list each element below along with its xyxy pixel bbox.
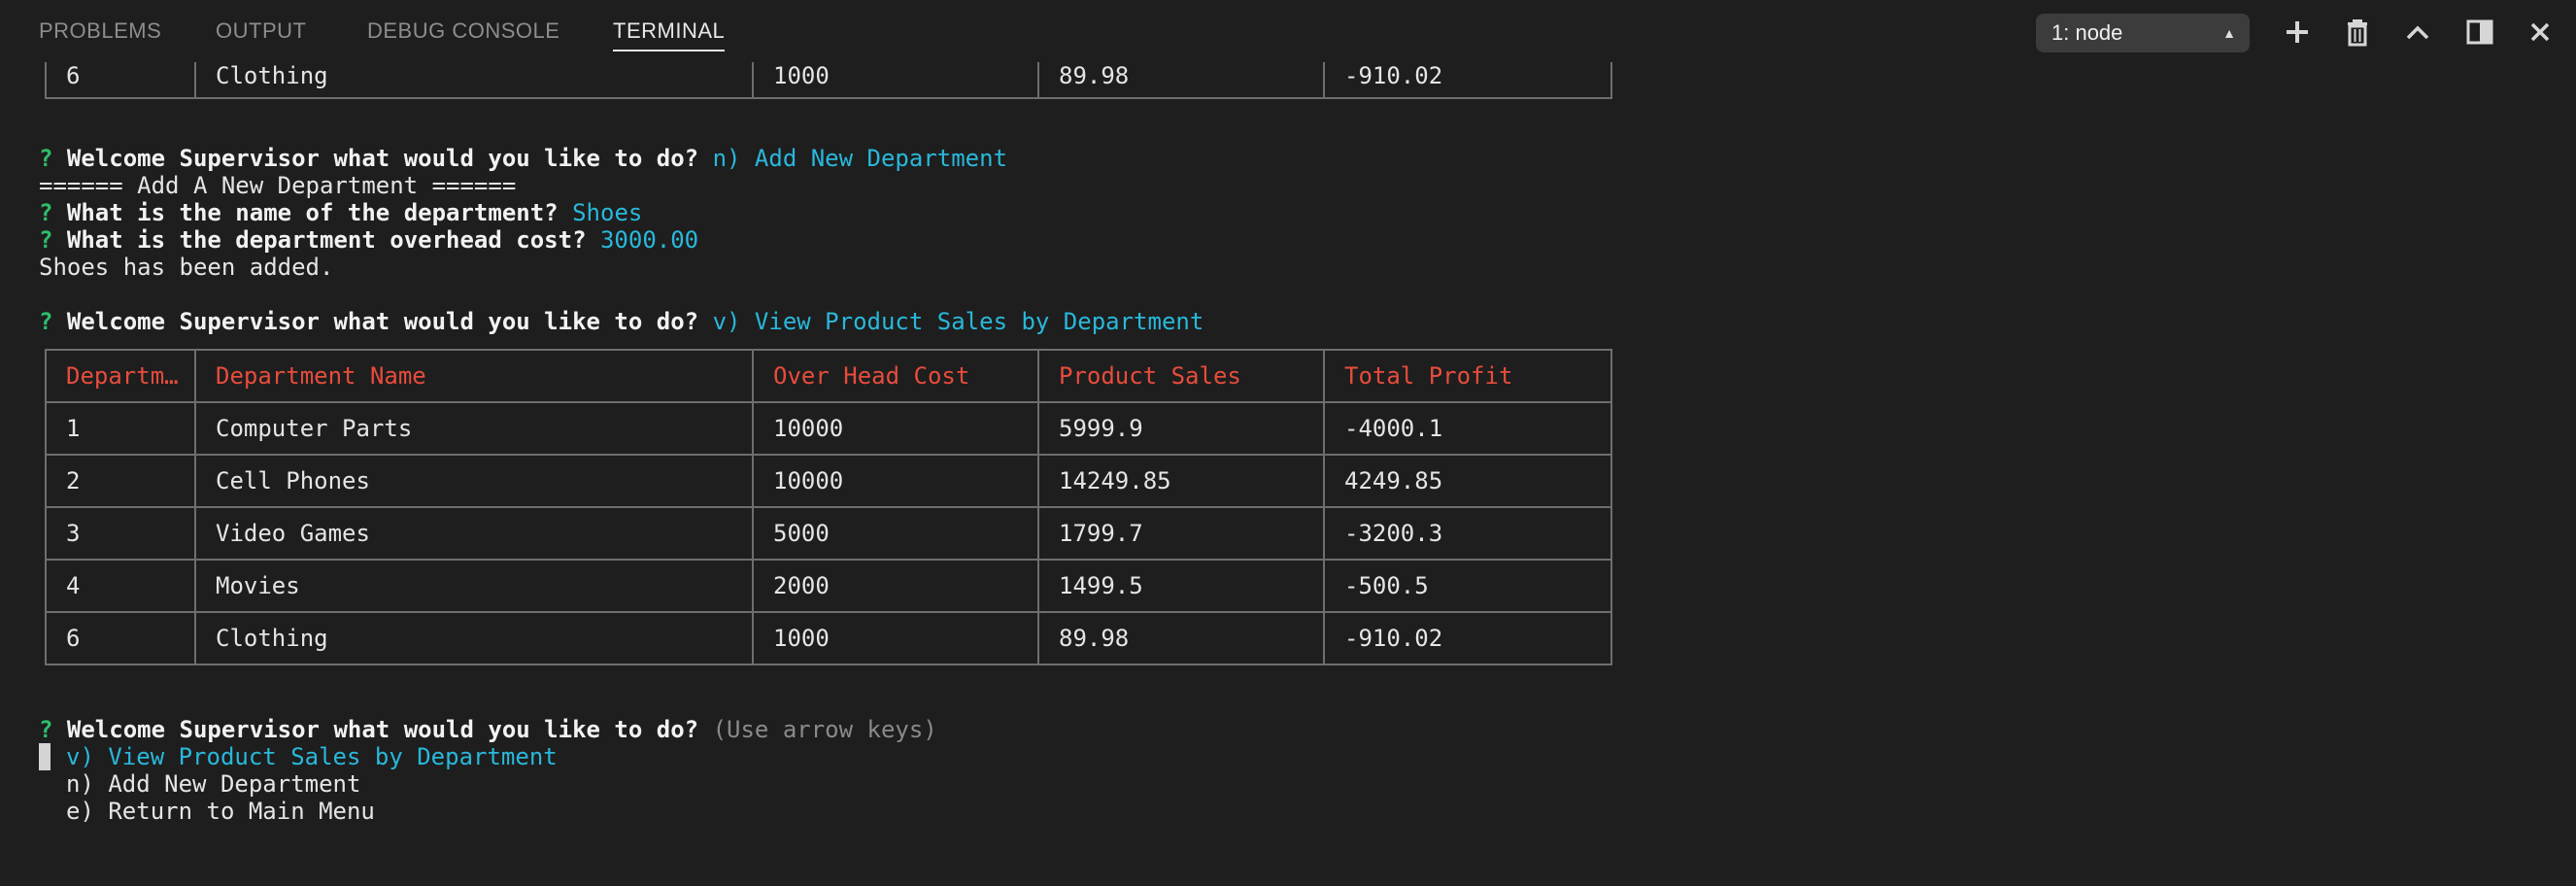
prompt-line: ? Welcome Supervisor what would you like… <box>39 308 1203 335</box>
close-icon[interactable] <box>2524 16 2557 49</box>
chevron-up-icon[interactable] <box>2401 16 2434 49</box>
department-sales-table: Departm… Department Name Over Head Cost … <box>45 349 1612 665</box>
table-cell: 5000 <box>752 506 1039 561</box>
table-cell: -4000.1 <box>1323 401 1612 456</box>
prompt-text: Welcome Supervisor what would you like t… <box>66 145 699 172</box>
table-cell: -500.5 <box>1323 559 1612 613</box>
table-cell: 6 <box>45 611 196 665</box>
column-header: Department Name <box>194 349 754 403</box>
table-cell: 3 <box>45 506 196 561</box>
table-cell: 89.98 <box>1037 611 1325 665</box>
terminal-cursor <box>39 743 51 770</box>
table-row: 4 Movies 2000 1499.5 -500.5 <box>45 559 1612 613</box>
column-header: Product Sales <box>1037 349 1325 403</box>
question-mark: ? <box>39 716 53 743</box>
table-cell: Clothing <box>194 62 754 99</box>
table-cell: -910.02 <box>1323 611 1612 665</box>
table-row: 6 Clothing 1000 89.98 -910.02 <box>45 611 1612 665</box>
table-cell: 1 <box>45 401 196 456</box>
previous-department-table: 6 Clothing 1000 89.98 -910.02 <box>45 62 1612 99</box>
table-row: 2 Cell Phones 10000 14249.85 4249.85 <box>45 454 1612 508</box>
menu-option-view-sales[interactable]: v) View Product Sales by Department <box>66 743 558 770</box>
table-cell: Movies <box>194 559 754 613</box>
tab-problems[interactable]: PROBLEMS <box>39 18 161 44</box>
terminal-output[interactable]: 6 Clothing 1000 89.98 -910.02 ? Welcome … <box>0 62 2576 886</box>
panel-tab-bar: PROBLEMS OUTPUT DEBUG CONSOLE TERMINAL 1… <box>0 0 2576 62</box>
table-cell: 10000 <box>752 401 1039 456</box>
table-cell: 5999.9 <box>1037 401 1325 456</box>
table-cell: 1000 <box>752 611 1039 665</box>
menu-option-add-department[interactable]: n) Add New Department <box>66 770 360 798</box>
prompt-line: ? Welcome Supervisor what would you like… <box>39 145 1007 172</box>
prompt-text: Welcome Supervisor what would you like t… <box>66 716 699 743</box>
table-cell: Video Games <box>194 506 754 561</box>
column-header: Total Profit <box>1323 349 1612 403</box>
table-cell: -3200.3 <box>1323 506 1612 561</box>
table-cell: 14249.85 <box>1037 454 1325 508</box>
table-cell: 89.98 <box>1037 62 1325 99</box>
chevron-updown-icon: ▲ <box>2222 25 2236 41</box>
prompt-line: ? What is the department overhead cost? … <box>39 226 698 254</box>
question-mark: ? <box>39 145 53 172</box>
table-row: 1 Computer Parts 10000 5999.9 -4000.1 <box>45 401 1612 456</box>
plus-icon[interactable] <box>2281 16 2314 49</box>
table-cell: 6 <box>45 62 196 99</box>
terminal-select[interactable]: 1: node ▲ <box>2036 14 2250 52</box>
column-header: Departm… <box>45 349 196 403</box>
table-cell: 4249.85 <box>1323 454 1612 508</box>
prompt-text: Welcome Supervisor what would you like t… <box>66 308 699 335</box>
split-panel-icon[interactable] <box>2463 16 2496 49</box>
table-cell: Computer Parts <box>194 401 754 456</box>
table-cell: 10000 <box>752 454 1039 508</box>
prompt-answer: v) View Product Sales by Department <box>712 308 1204 335</box>
prompt-answer: 3000.00 <box>599 226 699 254</box>
question-mark: ? <box>39 308 53 335</box>
prompt-text: What is the name of the department? <box>66 199 559 226</box>
trash-icon[interactable] <box>2341 16 2374 49</box>
table-row: 6 Clothing 1000 89.98 -910.02 <box>45 62 1612 99</box>
table-cell: 1799.7 <box>1037 506 1325 561</box>
status-message: Shoes has been added. <box>39 254 334 281</box>
prompt-hint: (Use arrow keys) <box>712 716 937 743</box>
column-header: Over Head Cost <box>752 349 1039 403</box>
table-cell: 2 <box>45 454 196 508</box>
table-cell: -910.02 <box>1323 62 1612 99</box>
tab-debug-console[interactable]: DEBUG CONSOLE <box>367 18 559 44</box>
table-cell: Clothing <box>194 611 754 665</box>
banner-line: ====== Add A New Department ====== <box>39 172 517 199</box>
prompt-answer: n) Add New Department <box>712 145 1008 172</box>
table-cell: Cell Phones <box>194 454 754 508</box>
table-cell: 1000 <box>752 62 1039 99</box>
table-cell: 2000 <box>752 559 1039 613</box>
question-mark: ? <box>39 226 53 254</box>
question-mark: ? <box>39 199 53 226</box>
table-cell: 4 <box>45 559 196 613</box>
prompt-line: ? What is the name of the department? Sh… <box>39 199 642 226</box>
prompt-text: What is the department overhead cost? <box>66 226 587 254</box>
prompt-answer: Shoes <box>572 199 643 226</box>
table-header-row: Departm… Department Name Over Head Cost … <box>45 349 1612 403</box>
menu-option-main-menu[interactable]: e) Return to Main Menu <box>66 798 375 825</box>
tab-terminal[interactable]: TERMINAL <box>613 18 726 51</box>
terminal-select-value: 1: node <box>2051 20 2123 45</box>
prompt-line: ? Welcome Supervisor what would you like… <box>39 716 937 743</box>
tab-output[interactable]: OUTPUT <box>216 18 306 44</box>
table-row: 3 Video Games 5000 1799.7 -3200.3 <box>45 506 1612 561</box>
table-cell: 1499.5 <box>1037 559 1325 613</box>
